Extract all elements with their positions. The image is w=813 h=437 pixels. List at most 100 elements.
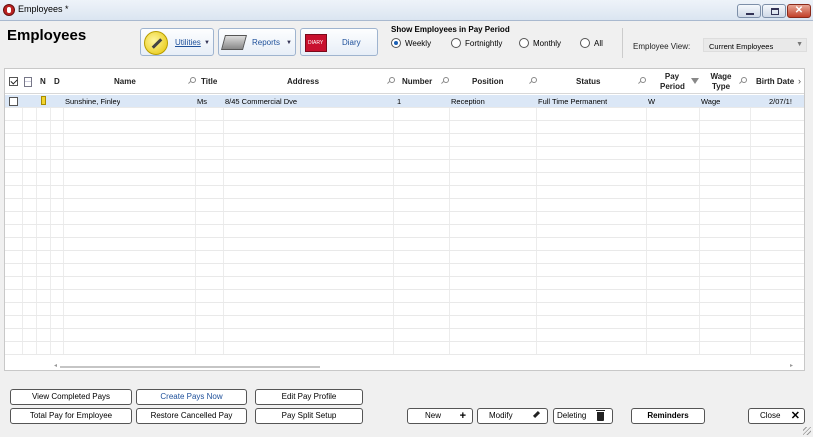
scrollbar-thumb[interactable] xyxy=(60,366,320,368)
empty-row xyxy=(5,251,804,264)
empty-row xyxy=(5,134,804,147)
table-row[interactable]: Sunshine, Finley Ms 8/45 Commercial Dve … xyxy=(5,95,804,108)
pay-period-title: Show Employees in Pay Period xyxy=(391,25,510,34)
dropdown-arrow-icon: ▼ xyxy=(286,40,292,46)
empty-row xyxy=(5,147,804,160)
utilities-button[interactable]: Utilities ▼ xyxy=(140,28,214,56)
close-button[interactable]: Close ✕ xyxy=(748,408,805,424)
row-checkbox[interactable] xyxy=(9,97,18,106)
header-divider xyxy=(622,28,623,58)
empty-row xyxy=(5,238,804,251)
col-pay-period[interactable]: Pay Period xyxy=(648,69,699,94)
empty-row xyxy=(5,329,804,342)
scroll-right-icon[interactable]: › xyxy=(798,76,801,86)
title-bar: Employees * ✕ xyxy=(0,0,813,21)
empty-row xyxy=(5,290,804,303)
cell-birth-date: 2/07/1! xyxy=(769,97,792,106)
utilities-label: Utilities xyxy=(175,38,201,47)
scroll-left-icon[interactable]: ◂ xyxy=(54,362,57,369)
total-pay-for-employee-button[interactable]: Total Pay for Employee xyxy=(10,408,132,424)
reports-label: Reports xyxy=(252,38,281,47)
document-icon xyxy=(24,77,32,87)
cell-title: Ms xyxy=(197,97,207,106)
grid-header: N D Name Title Address Number Position S… xyxy=(5,69,804,94)
search-filter-icon[interactable] xyxy=(387,77,395,85)
utilities-wand-icon xyxy=(144,31,168,55)
empty-row xyxy=(5,225,804,238)
close-icon: ✕ xyxy=(794,5,804,16)
funnel-filter-icon[interactable] xyxy=(691,78,699,84)
chevron-down-icon: ▼ xyxy=(796,41,803,48)
empty-row xyxy=(5,186,804,199)
search-filter-icon[interactable] xyxy=(638,77,646,85)
col-number[interactable]: Number xyxy=(397,69,449,94)
diary-book-icon: DIARY xyxy=(305,34,327,52)
cell-status: Full Time Permanent xyxy=(538,97,608,106)
note-icon xyxy=(41,96,46,105)
reports-button[interactable]: Reports ▼ xyxy=(218,28,296,56)
create-pays-now-button[interactable]: Create Pays Now xyxy=(136,389,247,405)
col-birth-date[interactable]: Birth Date xyxy=(754,69,799,94)
deleting-button[interactable]: Deleting xyxy=(553,408,613,424)
employee-view-select[interactable]: Current Employees ▼ xyxy=(703,38,807,52)
employees-grid: N D Name Title Address Number Position S… xyxy=(4,68,805,371)
resize-grip[interactable] xyxy=(803,427,811,435)
empty-row xyxy=(5,121,804,134)
close-label: Close xyxy=(760,411,781,420)
plus-icon: + xyxy=(459,410,466,422)
col-address[interactable]: Address xyxy=(225,69,395,94)
cell-number: 1 xyxy=(397,97,402,106)
minimize-icon xyxy=(746,13,754,15)
employee-view-label: Employee View: xyxy=(633,42,691,51)
restore-cancelled-pay-button[interactable]: Restore Cancelled Pay xyxy=(136,408,247,424)
search-filter-icon[interactable] xyxy=(529,77,537,85)
window-title: Employees * xyxy=(18,4,69,14)
cell-name: Sunshine, Finley xyxy=(65,97,121,106)
edit-pay-profile-button[interactable]: Edit Pay Profile xyxy=(255,389,363,405)
diary-label: Diary xyxy=(342,38,361,47)
pay-split-setup-button[interactable]: Pay Split Setup xyxy=(255,408,363,424)
page-title: Employees xyxy=(7,27,87,44)
trash-icon xyxy=(596,410,605,421)
col-position[interactable]: Position xyxy=(451,69,537,94)
grid-body: Sunshine, Finley Ms 8/45 Commercial Dve … xyxy=(5,95,804,355)
empty-row xyxy=(5,303,804,316)
new-button[interactable]: New + xyxy=(407,408,473,424)
col-title[interactable]: Title xyxy=(195,69,225,94)
diary-button[interactable]: DIARY Diary xyxy=(300,28,378,56)
pencil-icon xyxy=(532,410,541,419)
new-label: New xyxy=(425,411,442,420)
scroll-right-icon[interactable]: ▸ xyxy=(790,362,793,369)
modify-label: Modify xyxy=(489,411,513,420)
radio-circle xyxy=(580,38,590,48)
dropdown-arrow-icon: ▼ xyxy=(204,40,210,46)
search-filter-icon[interactable] xyxy=(441,77,449,85)
view-completed-pays-button[interactable]: View Completed Pays xyxy=(10,389,132,405)
modify-button[interactable]: Modify xyxy=(477,408,548,424)
select-all-checkbox[interactable] xyxy=(9,77,18,86)
empty-row xyxy=(5,316,804,329)
cell-wage-type: Wage xyxy=(701,97,721,106)
minimize-button[interactable] xyxy=(737,4,761,18)
maximize-button[interactable] xyxy=(762,4,786,18)
col-name[interactable]: Name xyxy=(65,69,196,94)
empty-row xyxy=(5,212,804,225)
reports-printer-icon xyxy=(220,35,248,50)
empty-row xyxy=(5,264,804,277)
window-close-button[interactable]: ✕ xyxy=(787,4,811,18)
empty-row xyxy=(5,342,804,355)
horizontal-scrollbar[interactable]: ◂ ▸ xyxy=(5,361,804,371)
radio-circle xyxy=(391,38,401,48)
col-status[interactable]: Status xyxy=(538,69,646,94)
cell-position: Reception xyxy=(451,97,485,106)
close-x-icon: ✕ xyxy=(790,410,800,422)
cell-address: 8/45 Commercial Dve xyxy=(225,97,298,106)
maximize-icon xyxy=(771,8,779,15)
col-wage-type[interactable]: Wage Type xyxy=(701,69,749,94)
search-filter-icon[interactable] xyxy=(739,77,747,85)
empty-row xyxy=(5,199,804,212)
reminders-button[interactable]: Reminders xyxy=(631,408,705,424)
empty-row xyxy=(5,277,804,290)
app-logo-icon xyxy=(3,4,15,16)
radio-circle xyxy=(519,38,529,48)
